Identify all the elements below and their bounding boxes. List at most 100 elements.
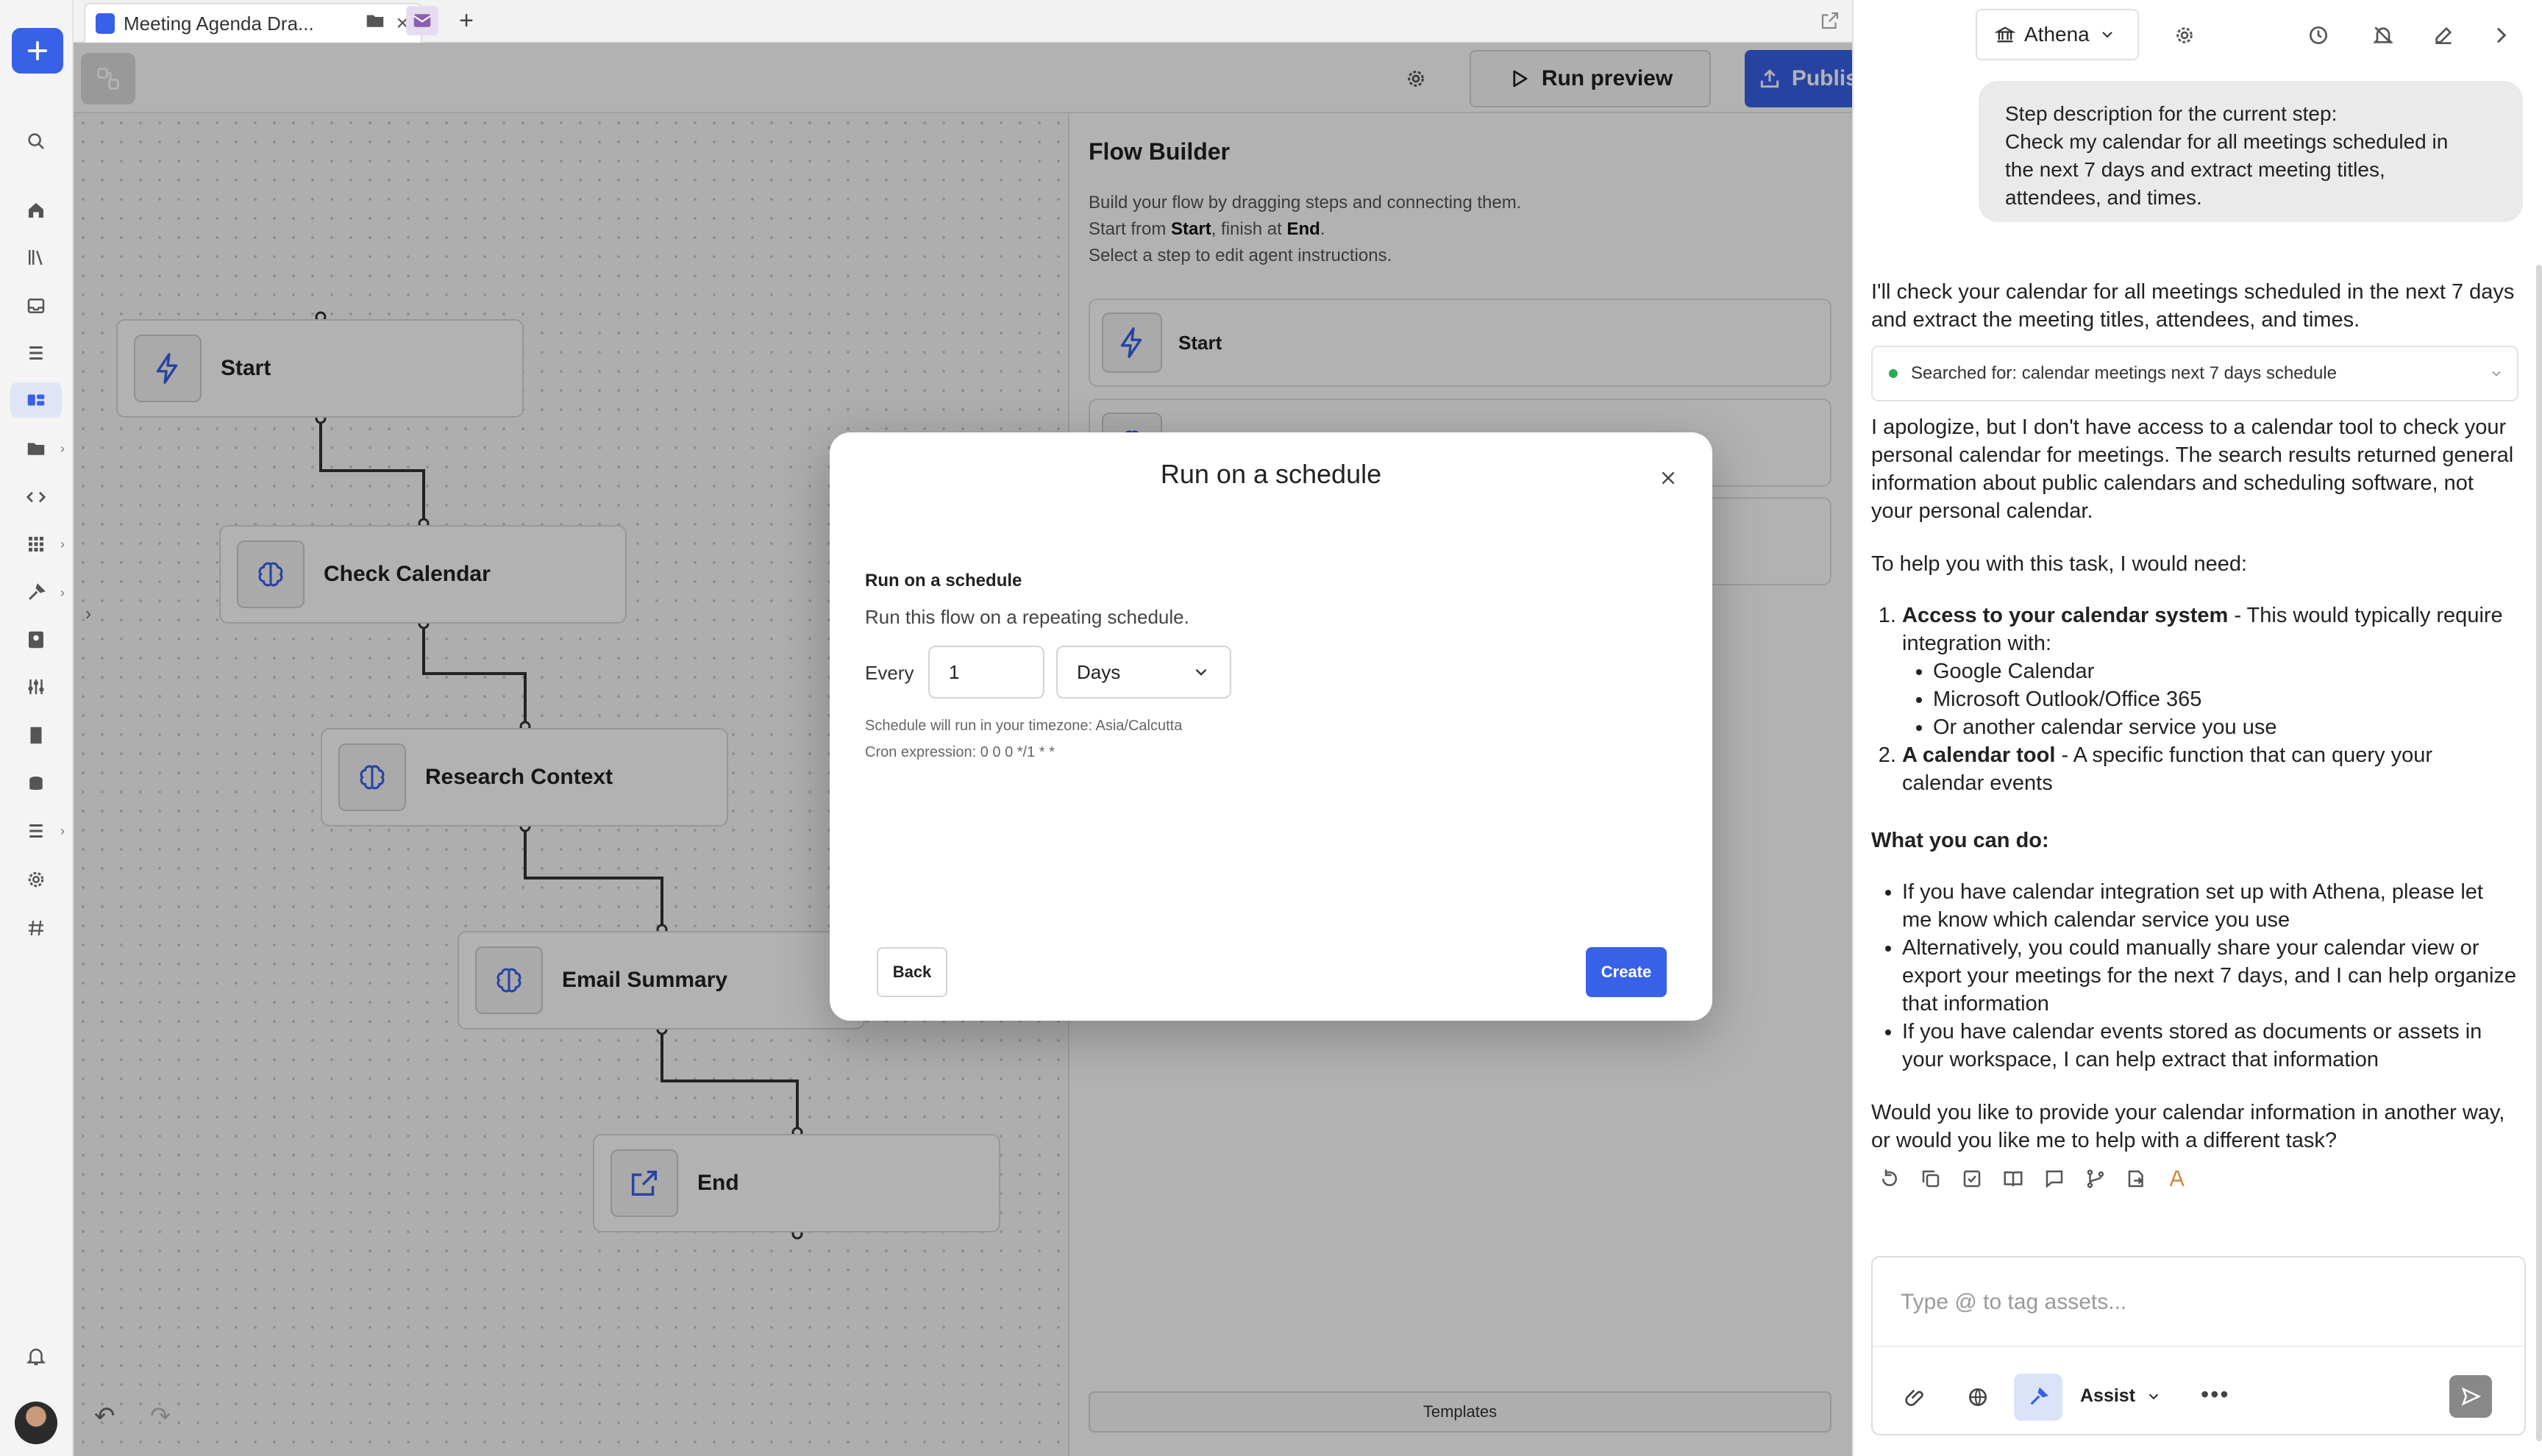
list-item: Access to your calendar system - This wo…: [1902, 602, 2518, 741]
avatar[interactable]: [15, 1402, 57, 1444]
agent-name: Athena: [2024, 23, 2090, 46]
hashtag-icon[interactable]: [10, 910, 62, 946]
notifications-off-icon[interactable]: [2367, 19, 2399, 51]
user-message-line: Check my calendar for all meetings sched…: [2005, 130, 2449, 153]
list-item: A calendar tool - A specific function th…: [1902, 741, 2518, 797]
back-button[interactable]: Back: [877, 947, 947, 997]
agent-selector[interactable]: Athena: [1976, 9, 2139, 60]
search-result-pill[interactable]: Searched for: calendar meetings next 7 d…: [1871, 346, 2518, 402]
chevron-right-icon: ›: [60, 585, 65, 600]
sliders-icon[interactable]: [10, 669, 62, 704]
need-title: Access to your calendar system: [1902, 604, 2229, 627]
assistant-can-do-heading: What you can do:: [1871, 829, 2049, 852]
assistant-apology: I apologize, but I don't have access to …: [1871, 415, 2514, 523]
list-item: Google Calendar: [1933, 657, 2518, 685]
settings-gear-icon[interactable]: [10, 862, 62, 897]
assistant-need-intro: To help you with this task, I would need…: [1871, 552, 2248, 576]
user-message-line: Step description for the current step:: [2005, 102, 2338, 125]
plus-icon: [27, 40, 48, 61]
close-icon[interactable]: [1653, 463, 1683, 493]
code-icon[interactable]: [10, 479, 62, 515]
retry-icon[interactable]: [1879, 1168, 1901, 1190]
every-label: Every: [865, 662, 914, 684]
branch-icon[interactable]: [2084, 1168, 2107, 1190]
send-icon: [2461, 1387, 2482, 1406]
building-icon[interactable]: [10, 718, 62, 753]
assistant-can-do-list: If you have calendar integration set up …: [1871, 878, 2518, 1074]
chat-input[interactable]: Type @ to tag assets...: [1901, 1290, 2126, 1315]
export-icon[interactable]: [2126, 1168, 2148, 1190]
globe-icon[interactable]: [1954, 1374, 2002, 1421]
user-message-line: attendees, and times.: [2005, 186, 2202, 209]
new-item-button[interactable]: [12, 28, 63, 74]
library-icon[interactable]: [10, 240, 62, 275]
list-item: Alternatively, you could manually share …: [1902, 934, 2518, 1018]
list-item: If you have calendar events stored as do…: [1902, 1018, 2518, 1074]
folder-tab-icon[interactable]: [359, 6, 391, 35]
chevron-down-icon: [2492, 371, 2501, 377]
modal-title: Run on a schedule: [1160, 459, 1382, 489]
history-icon[interactable]: [2302, 19, 2335, 51]
left-nav: › › › ›: [0, 0, 74, 1456]
add-tab-button[interactable]: +: [450, 6, 483, 35]
home-icon[interactable]: [10, 193, 62, 228]
contact-icon[interactable]: [10, 622, 62, 657]
comment-icon[interactable]: [2043, 1168, 2065, 1190]
create-button[interactable]: Create: [1586, 947, 1667, 997]
message-actions: [1879, 1168, 2189, 1190]
assistant-intro: I'll check your calendar for all meeting…: [1871, 280, 2515, 332]
assistant-panel: Athena Step description for the current …: [1852, 0, 2542, 1456]
send-button[interactable]: [2449, 1375, 2492, 1418]
apps-grid-icon[interactable]: ›: [10, 527, 65, 562]
search-icon[interactable]: [10, 124, 62, 159]
chevron-right-icon: ›: [60, 537, 65, 552]
tab-title: Meeting Agenda Dra...: [124, 12, 314, 35]
chevron-right-icon[interactable]: [2485, 19, 2517, 51]
list-icon[interactable]: [10, 335, 62, 371]
chevron-down-icon: [2101, 32, 2112, 38]
chat-composer: Type @ to tag assets... Assist •••: [1871, 1256, 2526, 1435]
chevron-right-icon: ›: [60, 824, 65, 838]
new-chat-icon[interactable]: [2427, 19, 2460, 51]
chevron-right-icon: ›: [60, 441, 65, 456]
chat-scrollbar[interactable]: [2536, 265, 2542, 1441]
chevron-down-icon: [1195, 668, 1207, 676]
bell-icon[interactable]: [10, 1338, 62, 1374]
inbox-icon[interactable]: [10, 288, 62, 324]
schedule-description: Run this flow on a repeating schedule.: [865, 606, 1189, 628]
storage-icon[interactable]: ›: [10, 813, 65, 849]
attach-icon[interactable]: [1892, 1374, 1940, 1421]
need-title: A calendar tool: [1902, 743, 2056, 767]
timezone-note: Schedule will run in your timezone: Asia…: [865, 718, 1183, 734]
flows-icon[interactable]: [10, 382, 62, 418]
agent-settings-icon[interactable]: [2168, 19, 2201, 51]
assistant-closing: Would you like to provide your calendar …: [1871, 1101, 2505, 1152]
schedule-subtitle: Run on a schedule: [865, 571, 1022, 590]
list-item: If you have calendar integration set up …: [1902, 878, 2518, 934]
mail-tab-icon[interactable]: [406, 6, 438, 35]
popout-icon[interactable]: [1814, 6, 1846, 35]
chat-header: Athena: [1854, 0, 2542, 71]
list-item: Or another calendar service you use: [1933, 713, 2518, 741]
tools-icon[interactable]: ›: [10, 575, 65, 610]
mode-selector[interactable]: Assist: [2080, 1385, 2162, 1407]
mode-label: Assist: [2080, 1385, 2136, 1406]
chevron-down-icon: [2148, 1393, 2159, 1399]
status-dot: [1889, 369, 1898, 378]
interval-input[interactable]: [928, 646, 1044, 699]
search-query: Searched for: calendar meetings next 7 d…: [1911, 363, 2338, 383]
database-icon[interactable]: [10, 766, 62, 802]
save-icon[interactable]: [1961, 1168, 1983, 1190]
book-icon[interactable]: [2002, 1168, 2024, 1190]
anthropic-icon[interactable]: [2167, 1168, 2189, 1190]
assistant-need-list: Access to your calendar system - This wo…: [1871, 602, 2518, 797]
list-item: Microsoft Outlook/Office 365: [1933, 685, 2518, 713]
folder-icon[interactable]: ›: [10, 431, 65, 466]
document-icon: [96, 13, 115, 34]
tools-icon[interactable]: [2014, 1374, 2062, 1421]
more-options-icon[interactable]: •••: [2201, 1381, 2230, 1408]
interval-unit-value: Days: [1077, 660, 1121, 683]
copy-icon[interactable]: [1920, 1168, 1942, 1190]
schedule-modal: Run on a schedule Run on a schedule Run …: [830, 432, 1712, 1021]
interval-unit-select[interactable]: Days: [1056, 646, 1231, 699]
